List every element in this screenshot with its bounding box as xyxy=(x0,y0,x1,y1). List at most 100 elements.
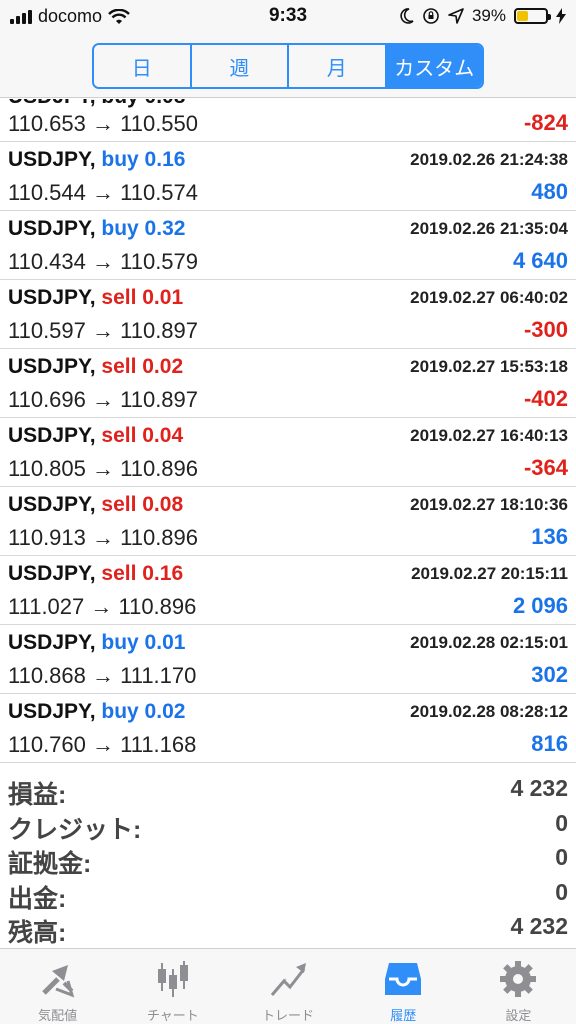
tab-trade[interactable]: トレード xyxy=(230,949,345,1024)
deal-row[interactable]: USDJPY, buy 0.16 2019.02.26 21:24:38 110.5… xyxy=(0,142,576,211)
history-deal-list[interactable]: USDJPY, buy 0.08 110.653 → 110.550 -824 … xyxy=(0,99,576,765)
summary-value: 0 xyxy=(555,809,568,836)
deal-header: USDJPY, buy 0.02 xyxy=(8,700,185,724)
deal-time: 2019.02.28 02:15:01 xyxy=(410,633,568,652)
deal-header: USDJPY, sell 0.04 xyxy=(8,424,183,448)
period-segmented-control: 日 週 月 カスタム xyxy=(92,43,484,89)
deal-row-partial[interactable]: USDJPY, buy 0.08 110.653 → 110.550 -824 xyxy=(0,99,576,142)
deal-profit: 302 xyxy=(531,662,568,687)
deal-side-volume: sell 0.04 xyxy=(101,424,184,447)
summary-value: 0 xyxy=(555,878,568,905)
deal-profit: -402 xyxy=(523,386,568,411)
battery-level xyxy=(517,11,528,21)
deal-prices: 110.760 → 111.168 xyxy=(8,732,197,757)
deal-time: 2019.02.26 21:24:38 xyxy=(410,150,568,169)
deal-time: 2019.02.27 16:40:13 xyxy=(410,426,568,445)
summary-value: 4 232 xyxy=(510,913,568,939)
quotes-arrows-icon xyxy=(41,965,74,998)
summary-credit-row: クレジット: 0 xyxy=(0,808,576,844)
deal-prices: 110.544 → 110.574 xyxy=(8,180,199,205)
deal-header: USDJPY, sell 0.08 xyxy=(8,493,183,517)
tab-label: 設定 xyxy=(505,1008,532,1023)
deal-row[interactable]: USDJPY, sell 0.08 2019.02.27 18:10:36 110.… xyxy=(0,487,576,556)
segment-day[interactable]: 日 xyxy=(94,45,192,87)
deal-symbol: USDJPY, xyxy=(8,148,96,171)
deal-row[interactable]: USDJPY, buy 0.02 2019.02.28 08:28:12 110.7… xyxy=(0,694,576,763)
deal-symbol: USDJPY, xyxy=(8,424,96,447)
deal-side-volume: buy 0.02 xyxy=(101,700,186,723)
deal-prices: 110.868 → 111.170 xyxy=(8,663,197,688)
deal-side-volume: sell 0.02 xyxy=(101,355,184,378)
charging-bolt-icon xyxy=(556,8,566,24)
tab-chart[interactable]: チャート xyxy=(115,949,230,1024)
deal-row[interactable]: USDJPY, sell 0.02 2019.02.27 15:53:18 110.… xyxy=(0,349,576,418)
deal-time: 2019.02.27 20:15:11 xyxy=(411,564,568,583)
summary-deposit-row: 証拠金: 0 xyxy=(0,842,576,878)
deal-symbol: USDJPY, xyxy=(8,217,96,240)
rotation-lock-icon xyxy=(423,8,439,24)
deal-row[interactable]: USDJPY, sell 0.16 2019.02.27 20:15:11 111.… xyxy=(0,556,576,625)
deal-row[interactable]: USDJPY, sell 0.04 2019.02.27 16:40:13 110.… xyxy=(0,418,576,487)
summary-value: 0 xyxy=(555,844,568,870)
status-bar: docomo 9:33 39% xyxy=(0,0,576,36)
deal-header: USDJPY, sell 0.01 xyxy=(8,286,183,310)
deal-symbol: USDJPY, xyxy=(8,286,96,309)
tab-label: トレード xyxy=(262,1008,315,1023)
deal-time: 2019.02.26 21:35:04 xyxy=(410,219,568,238)
battery-percent: 39% xyxy=(471,6,506,25)
summary-label: クレジット: xyxy=(8,815,142,844)
summary-profit-row: 損益: 4 232 xyxy=(0,773,576,809)
tab-label: 気配値 xyxy=(38,1008,78,1023)
deal-time: 2019.02.27 06:40:02 xyxy=(410,288,568,307)
period-selector-area: 日 週 月 カスタム xyxy=(0,36,576,98)
segment-week[interactable]: 週 xyxy=(191,45,289,87)
history-summary: 損益: 4 232 クレジット: 0 証拠金: 0 出金: 0 残高: 4 23… xyxy=(0,773,576,947)
deal-symbol: USDJPY, xyxy=(8,493,96,516)
gear-icon xyxy=(500,961,537,997)
deal-row[interactable]: USDJPY, buy 0.32 2019.02.26 21:35:04 110.4… xyxy=(0,211,576,280)
deal-prices: 110.597 → 110.897 xyxy=(8,318,199,343)
deal-prices: 111.027 → 110.896 xyxy=(8,594,197,619)
deal-symbol: USDJPY, xyxy=(8,700,96,723)
location-arrow-icon xyxy=(448,8,464,24)
deal-time: 2019.02.27 15:53:18 xyxy=(410,357,568,376)
tab-label: チャート xyxy=(146,1008,199,1023)
deal-prices: 110.434 → 110.579 xyxy=(8,249,199,274)
moon-icon xyxy=(400,8,414,24)
deal-symbol: USDJPY, xyxy=(8,355,96,378)
summary-label: 出金: xyxy=(8,884,67,913)
deal-symbol: USDJPY, xyxy=(8,562,96,585)
history-tray-icon xyxy=(385,963,422,995)
trade-trend-icon xyxy=(270,963,306,996)
battery-icon xyxy=(514,8,551,24)
tab-quotes[interactable]: 気配値 xyxy=(0,949,115,1024)
summary-withdrawal-row: 出金: 0 xyxy=(0,877,576,913)
deal-prices: 110.805 → 110.896 xyxy=(8,456,199,481)
deal-header: USDJPY, buy 0.01 xyxy=(8,631,185,655)
bottom-tab-bar: 気配値 チャート トレード 履歴 設定 xyxy=(0,948,576,1024)
deal-time: 2019.02.27 18:10:36 xyxy=(410,495,568,514)
tab-label: 履歴 xyxy=(390,1008,417,1023)
deal-time: 2019.02.28 08:28:12 xyxy=(410,702,568,721)
summary-value: 4 232 xyxy=(510,775,568,801)
deal-row[interactable]: USDJPY, sell 0.01 2019.02.27 06:40:02 110.… xyxy=(0,280,576,349)
deal-header: USDJPY, buy 0.08 xyxy=(8,99,185,109)
deal-side-volume: buy 0.16 xyxy=(101,148,186,171)
deal-profit: 136 xyxy=(531,524,568,549)
summary-balance-row: 残高: 4 232 xyxy=(0,911,576,947)
deal-prices: 110.696 → 110.897 xyxy=(8,387,199,412)
deal-prices: 110.653 → 110.550 xyxy=(8,111,199,136)
deal-header: USDJPY, buy 0.32 xyxy=(8,217,185,241)
summary-label: 証拠金: xyxy=(8,850,92,878)
deal-header: USDJPY, buy 0.16 xyxy=(8,148,185,172)
tab-settings[interactable]: 設定 xyxy=(461,949,576,1024)
deal-profit: 4 640 xyxy=(512,248,568,273)
tab-history[interactable]: 履歴 xyxy=(346,949,461,1024)
deal-profit: 816 xyxy=(531,731,568,756)
deal-row[interactable]: USDJPY, buy 0.01 2019.02.28 02:15:01 110.8… xyxy=(0,625,576,694)
segment-month[interactable]: 月 xyxy=(289,45,387,87)
deal-header: USDJPY, sell 0.16 xyxy=(8,562,183,586)
segment-custom[interactable]: カスタム xyxy=(386,45,482,87)
deal-side-volume: buy 0.32 xyxy=(101,217,186,240)
deal-side-volume: sell 0.08 xyxy=(101,493,184,516)
